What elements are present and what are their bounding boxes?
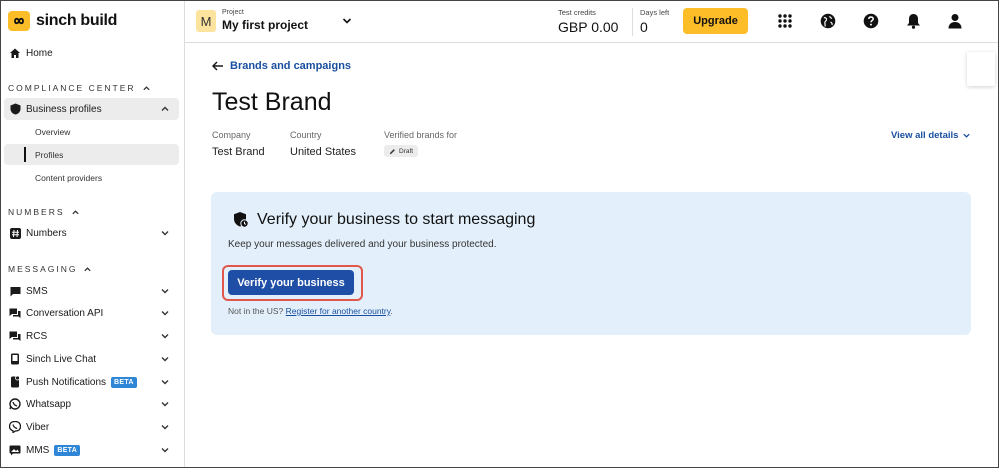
sub-item-content-providers[interactable]: Content providers bbox=[4, 167, 179, 188]
chat-icon bbox=[9, 307, 21, 319]
nav-mms-label: MMS bbox=[26, 444, 50, 456]
main-content: Brands and campaigns Test Brand Company … bbox=[186, 44, 999, 468]
chevron-up-icon bbox=[71, 209, 79, 214]
nav-mms[interactable]: MMS BETA bbox=[4, 439, 179, 461]
hash-icon bbox=[9, 227, 21, 239]
chevron-down-icon bbox=[161, 357, 169, 362]
pencil-icon bbox=[389, 148, 395, 154]
logo[interactable]: sinch build bbox=[8, 11, 117, 31]
messaging-section-title[interactable]: MESSAGING bbox=[8, 264, 92, 274]
user-icon[interactable] bbox=[946, 12, 964, 30]
days-left-label: Days left bbox=[640, 8, 670, 17]
numbers-section-title[interactable]: NUMBERS bbox=[8, 207, 80, 217]
nav-sms[interactable]: SMS bbox=[4, 280, 179, 302]
back-link-label: Brands and campaigns bbox=[230, 60, 352, 72]
days-left-value: 0 bbox=[640, 19, 648, 35]
country-label: Country bbox=[290, 130, 322, 140]
push-icon bbox=[9, 376, 21, 388]
sub-item-overview[interactable]: Overview bbox=[4, 121, 179, 142]
test-credits-label: Test credits bbox=[558, 8, 596, 17]
page-title: Test Brand bbox=[212, 88, 332, 116]
nav-conversation-api[interactable]: Conversation API bbox=[4, 302, 179, 324]
whatsapp-icon bbox=[9, 398, 21, 410]
live-chat-icon bbox=[9, 353, 21, 365]
chevron-down-icon bbox=[161, 380, 169, 385]
sms-icon bbox=[9, 285, 21, 297]
arrow-left-icon bbox=[212, 61, 223, 71]
verified-shield-icon bbox=[234, 212, 249, 228]
nav-whatsapp[interactable]: Whatsapp bbox=[4, 393, 179, 415]
chevron-down-icon bbox=[161, 311, 169, 316]
nav-push-notifications[interactable]: Push Notifications BETA bbox=[4, 371, 179, 393]
nav-viber[interactable]: Viber bbox=[4, 416, 179, 438]
nav-numbers-label: Numbers bbox=[26, 227, 67, 239]
viber-icon bbox=[9, 421, 21, 433]
sub-item-profiles[interactable]: Profiles bbox=[4, 144, 179, 165]
nav-rcs[interactable]: RCS bbox=[4, 325, 179, 347]
side-panel-tab[interactable] bbox=[967, 52, 995, 86]
company-value: Test Brand bbox=[212, 146, 265, 158]
nav-sinch-live-chat[interactable]: Sinch Live Chat bbox=[4, 348, 179, 370]
top-bar: M Project My first project Test credits … bbox=[185, 0, 999, 43]
nav-sinch-live-chat-label: Sinch Live Chat bbox=[26, 353, 97, 365]
not-in-us-text: Not in the US? Register for another coun… bbox=[228, 306, 393, 316]
nav-home[interactable]: Home bbox=[4, 42, 179, 64]
shield-icon bbox=[9, 103, 21, 115]
chevron-down-icon bbox=[161, 448, 169, 453]
register-another-country-link[interactable]: Register for another country bbox=[286, 306, 391, 316]
nav-whatsapp-label: Whatsapp bbox=[26, 398, 72, 410]
compliance-section-title[interactable]: COMPLIANCE CENTER bbox=[8, 83, 151, 93]
verify-business-button[interactable]: Verify your business bbox=[228, 270, 354, 295]
project-label: Project bbox=[222, 9, 244, 16]
chevron-down-icon bbox=[161, 402, 169, 407]
upgrade-button[interactable]: Upgrade bbox=[683, 8, 748, 34]
project-selector[interactable]: My first project bbox=[222, 18, 308, 32]
nav-viber-label: Viber bbox=[26, 421, 50, 433]
brand-name: sinch build bbox=[36, 12, 118, 29]
company-label: Company bbox=[212, 130, 251, 140]
nav-rcs-label: RCS bbox=[26, 330, 48, 342]
chevron-down-icon[interactable] bbox=[341, 15, 353, 27]
nav-conversation-api-label: Conversation API bbox=[26, 307, 104, 319]
chevron-down-icon bbox=[963, 133, 971, 138]
sinch-logo-icon bbox=[8, 11, 30, 31]
back-link[interactable]: Brands and campaigns bbox=[212, 60, 351, 72]
beta-badge: BETA bbox=[54, 444, 81, 456]
draft-badge: Draft bbox=[384, 145, 419, 157]
verified-brands-label: Verified brands for bbox=[384, 130, 458, 140]
country-value: United States bbox=[290, 146, 357, 158]
globe-icon[interactable] bbox=[819, 12, 837, 30]
bell-icon[interactable] bbox=[904, 12, 922, 30]
nav-home-label: Home bbox=[26, 47, 53, 59]
chevron-down-icon bbox=[161, 425, 169, 430]
home-icon bbox=[9, 47, 21, 59]
verify-title: Verify your business to start messaging bbox=[257, 211, 536, 228]
chevron-up-icon bbox=[161, 106, 169, 111]
nav-business-profiles-label: Business profiles bbox=[26, 103, 102, 115]
sidebar: sinch build Home COMPLIANCE CENTER Busin… bbox=[0, 0, 185, 468]
chevron-up-icon bbox=[84, 266, 92, 271]
nav-sms-label: SMS bbox=[26, 285, 48, 297]
chevron-down-icon bbox=[161, 231, 169, 236]
nav-push-notifications-label: Push Notifications bbox=[26, 376, 107, 388]
rcs-icon bbox=[9, 330, 21, 342]
chevron-up-icon bbox=[142, 85, 150, 90]
mms-icon bbox=[9, 444, 21, 456]
beta-badge: BETA bbox=[111, 376, 137, 388]
nav-numbers[interactable]: Numbers bbox=[4, 222, 179, 244]
view-all-details-link[interactable]: View all details bbox=[891, 130, 971, 141]
apps-grid-icon[interactable] bbox=[776, 12, 794, 30]
test-credits-value: GBP 0.00 bbox=[558, 19, 619, 35]
verify-description: Keep your messages delivered and your bu… bbox=[228, 239, 497, 250]
help-icon[interactable] bbox=[862, 12, 880, 30]
chevron-down-icon bbox=[161, 334, 169, 339]
nav-business-profiles[interactable]: Business profiles bbox=[4, 98, 179, 120]
project-avatar[interactable]: M bbox=[196, 10, 216, 32]
chevron-down-icon bbox=[161, 289, 169, 294]
verify-business-card: Verify your business to start messaging … bbox=[211, 192, 971, 335]
divider bbox=[632, 8, 633, 36]
